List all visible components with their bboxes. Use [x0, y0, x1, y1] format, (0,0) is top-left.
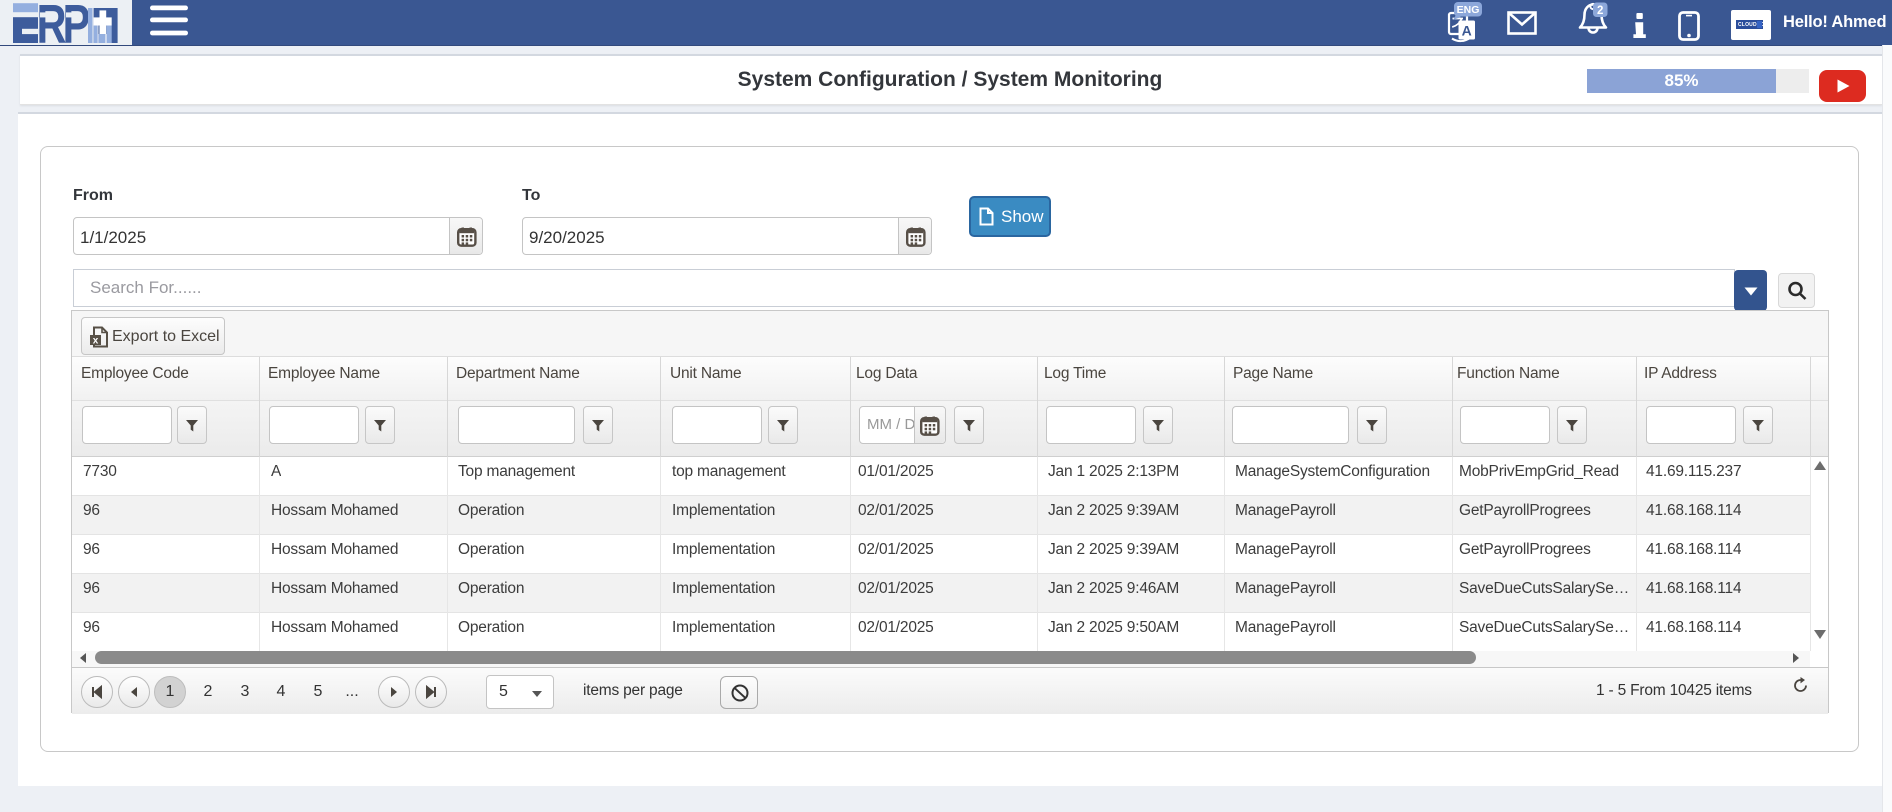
svg-text:ENG: ENG — [1457, 4, 1480, 16]
svg-text:A: A — [1462, 23, 1472, 39]
svg-text:P: P — [63, 0, 91, 45]
svg-text:x: x — [93, 336, 99, 347]
svg-text:2: 2 — [1597, 5, 1603, 17]
